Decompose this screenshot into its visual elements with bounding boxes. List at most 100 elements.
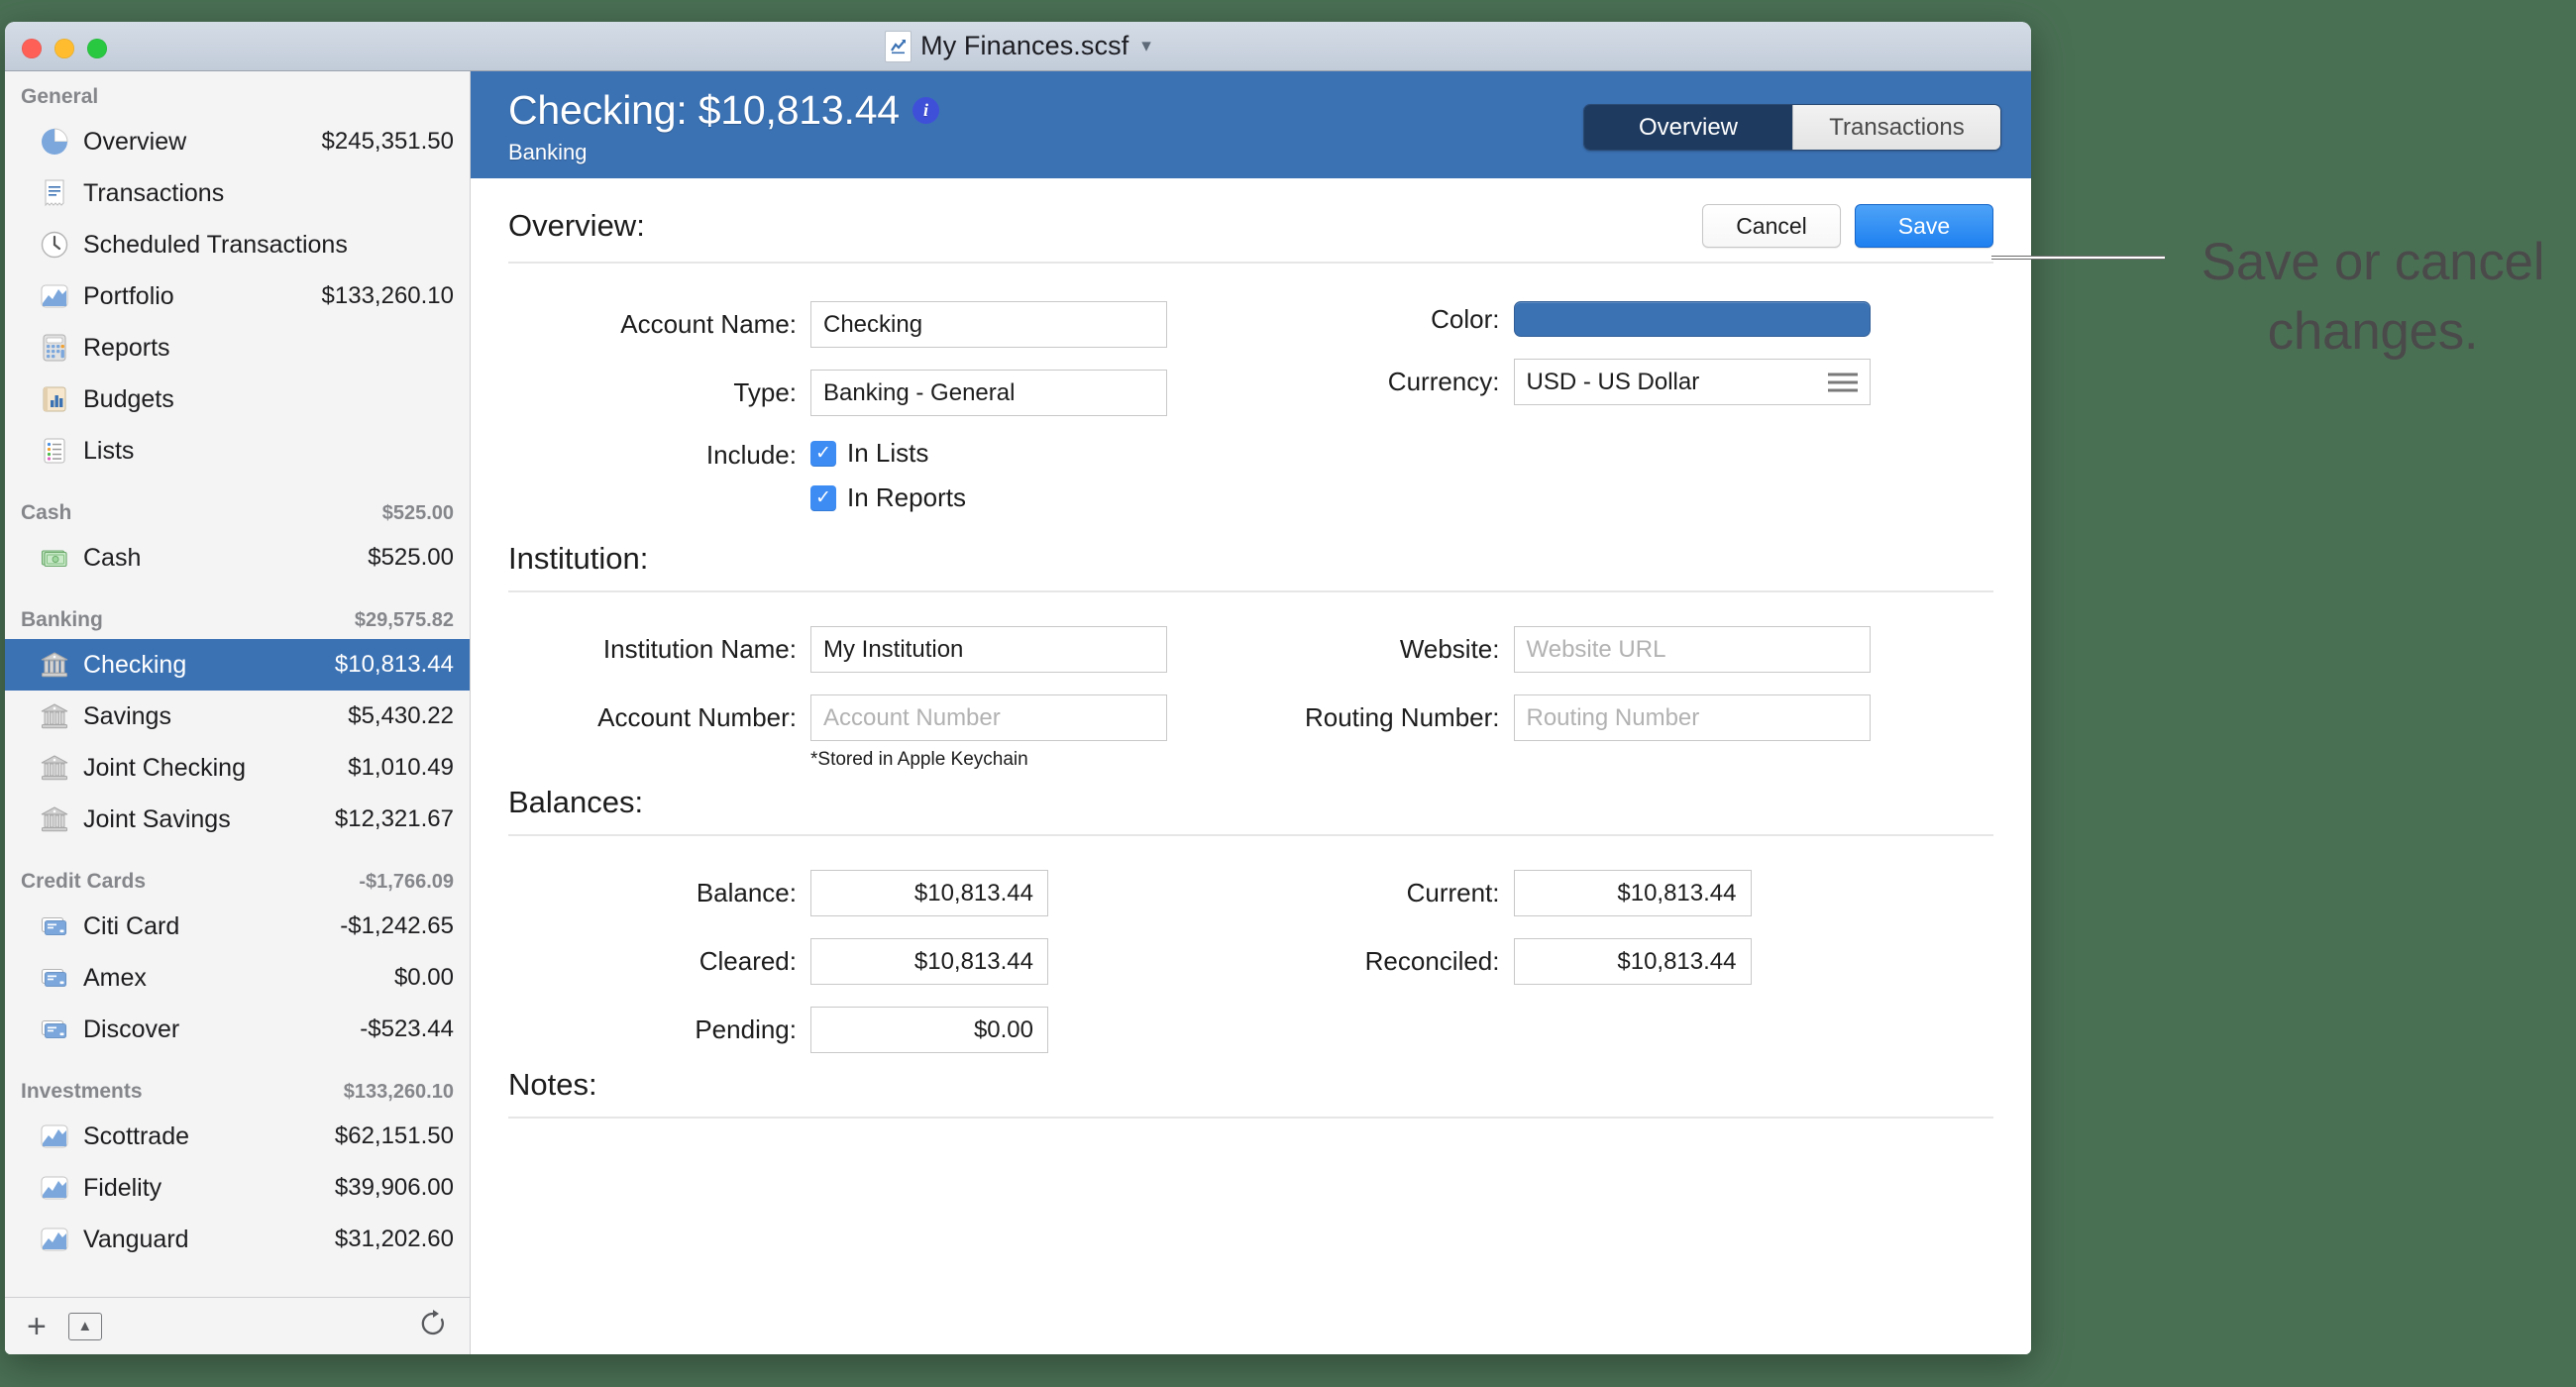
institution-name-row: Institution Name: My Institution — [508, 626, 1251, 673]
website-input[interactable]: Website URL — [1513, 626, 1871, 673]
sidebar-item-vanguard[interactable]: Vanguard $31,202.60 — [5, 1214, 470, 1265]
cleared-input[interactable]: $10,813.44 — [810, 938, 1048, 985]
sidebar-item-citi-card[interactable]: Citi Card -$1,242.65 — [5, 901, 470, 952]
pending-input[interactable]: $0.00 — [810, 1007, 1048, 1053]
account-number-label: Account Number: — [597, 702, 797, 732]
institution-right-column: Website: Website URL Routing Number: Rou… — [1251, 626, 1994, 771]
tab-overview[interactable]: Overview — [1584, 105, 1792, 150]
sidebar-group-name: General — [21, 85, 99, 108]
sidebar-group-spacer — [5, 477, 470, 492]
chart-area-icon — [39, 1120, 70, 1152]
balance-input[interactable]: $10,813.44 — [810, 870, 1048, 916]
keychain-note: *Stored in Apple Keychain — [810, 749, 1028, 770]
sidebar-item-joint-checking[interactable]: Joint Checking $1,010.49 — [5, 742, 470, 794]
sidebar-group-spacer — [5, 845, 470, 861]
currency-label: Currency: — [1387, 367, 1500, 396]
checkbox-in-lists[interactable]: ✓ — [810, 440, 836, 467]
sidebar-item-checking[interactable]: Checking $10,813.44 — [5, 639, 470, 691]
include-in-reports-row[interactable]: ✓ In Reports — [810, 482, 966, 513]
balances-left-column: Balance: $10,813.44 Cleared: $10,813.44 … — [508, 870, 1251, 1053]
sidebar-item-portfolio[interactable]: Portfolio $133,260.10 — [5, 270, 470, 322]
type-input[interactable]: Banking - General — [810, 370, 1167, 416]
sidebar-item-label: Scheduled Transactions — [83, 230, 348, 259]
balances-right-column: Current: $10,813.44 Reconciled: $10,813.… — [1251, 870, 1994, 1053]
institution-name-input[interactable]: My Institution — [810, 626, 1167, 673]
sidebar-item-joint-savings[interactable]: Joint Savings $12,321.67 — [5, 794, 470, 845]
notes-section-header: Notes: — [508, 1053, 1993, 1103]
sidebar-item-reports[interactable]: Reports — [5, 322, 470, 373]
in-reports-label: In Reports — [847, 482, 966, 512]
sidebar-item-label: Transactions — [83, 178, 225, 207]
account-name-input[interactable]: Checking — [810, 301, 1167, 348]
sidebar-item-budgets[interactable]: Budgets — [5, 373, 470, 425]
cancel-button[interactable]: Cancel — [1702, 204, 1841, 248]
institution-left-column: Institution Name: My Institution Account… — [508, 626, 1251, 771]
sidebar-item-amount: $12,321.67 — [334, 805, 454, 832]
window-title: My Finances.scsf — [920, 31, 1129, 60]
sidebar-item-overview[interactable]: Overview $245,351.50 — [5, 116, 470, 167]
bank-icon — [39, 752, 70, 784]
sidebar-item-fidelity[interactable]: Fidelity $39,906.00 — [5, 1162, 470, 1214]
sidebar-item-label: Joint Checking — [83, 753, 246, 782]
sidebar-item-label: Vanguard — [83, 1225, 189, 1253]
account-name-row: Account Name: Checking — [508, 301, 1251, 348]
account-name-label: Account Name: — [620, 309, 797, 339]
reconciled-label: Reconciled: — [1364, 946, 1500, 976]
institution-section-header: Institution: — [508, 527, 1993, 577]
sidebar-item-amount: $245,351.50 — [321, 128, 454, 155]
routing-number-label: Routing Number: — [1304, 702, 1500, 732]
detail-header-text: Checking: $10,813.44 i Banking — [508, 87, 939, 165]
save-button[interactable]: Save — [1855, 204, 1993, 248]
sidebar-item-lists[interactable]: Lists — [5, 425, 470, 477]
include-in-lists-row[interactable]: ✓ In Lists — [810, 438, 966, 469]
account-number-input[interactable]: Account Number — [810, 694, 1167, 741]
app-window: My Finances.scsf ▾ General Overview $245,… — [5, 22, 2031, 1354]
detail-pane: Checking: $10,813.44 i Banking Overview … — [471, 71, 2031, 1354]
sidebar-item-label: Budgets — [83, 384, 174, 413]
include-options: ✓ In Lists ✓ In Reports — [810, 438, 966, 527]
reconciled-input[interactable]: $10,813.44 — [1513, 938, 1752, 985]
sidebar-item-scottrade[interactable]: Scottrade $62,151.50 — [5, 1111, 470, 1162]
overview-section-actions: Cancel Save — [1702, 204, 1993, 248]
color-swatch[interactable] — [1513, 301, 1871, 337]
currency-select[interactable]: USD - US Dollar — [1513, 359, 1871, 405]
sidebar-item-discover[interactable]: Discover -$523.44 — [5, 1004, 470, 1055]
chevron-down-icon[interactable]: ▾ — [1141, 35, 1151, 57]
sidebar-list[interactable]: General Overview $245,351.50 Transactions… — [5, 71, 470, 1297]
sidebar-group-amount: -$1,766.09 — [359, 871, 454, 893]
bank-icon — [39, 803, 70, 835]
chart-area-icon — [39, 1172, 70, 1204]
routing-number-input[interactable]: Routing Number — [1513, 694, 1871, 741]
current-input[interactable]: $10,813.44 — [1513, 870, 1752, 916]
bar-chart-icon — [39, 383, 70, 415]
balances-section-title: Balances: — [508, 785, 644, 819]
view-tabs[interactable]: Overview Transactions — [1583, 104, 2001, 151]
notes-section-divider — [508, 1117, 1993, 1119]
clock-icon — [39, 229, 70, 261]
chart-area-icon — [39, 1224, 70, 1255]
sidebar-item-amex[interactable]: Amex $0.00 — [5, 952, 470, 1004]
sidebar-item-savings[interactable]: Savings $5,430.22 — [5, 691, 470, 742]
balances-section-header: Balances: — [508, 771, 1993, 820]
info-icon[interactable]: i — [912, 97, 939, 124]
sidebar-item-amount: $62,151.50 — [334, 1122, 454, 1149]
account-group-subtitle: Banking — [508, 140, 588, 164]
collapse-all-icon[interactable]: ▲ — [67, 1312, 102, 1340]
color-row: Color: — [1251, 301, 1994, 337]
currency-value: USD - US Dollar — [1526, 368, 1700, 395]
chart-area-icon — [39, 280, 70, 312]
add-account-icon[interactable]: + — [27, 1310, 47, 1343]
credit-card-icon — [39, 1014, 70, 1045]
routing-number-row: Routing Number: Routing Number — [1251, 694, 1994, 741]
checkbox-in-reports[interactable]: ✓ — [810, 484, 836, 511]
type-label: Type: — [733, 377, 797, 407]
sidebar-item-scheduled-transactions[interactable]: Scheduled Transactions — [5, 219, 470, 270]
account-number-row: Account Number: Account Number — [508, 694, 1251, 741]
refresh-icon[interactable] — [418, 1309, 448, 1343]
sidebar-item-transactions[interactable]: Transactions — [5, 167, 470, 219]
sidebar-item-cash[interactable]: Cash $525.00 — [5, 532, 470, 584]
include-label: Include: — [705, 440, 797, 470]
tab-transactions[interactable]: Transactions — [1792, 105, 2000, 150]
sidebar-group-name: Banking — [21, 608, 103, 631]
list-icon — [39, 435, 70, 467]
